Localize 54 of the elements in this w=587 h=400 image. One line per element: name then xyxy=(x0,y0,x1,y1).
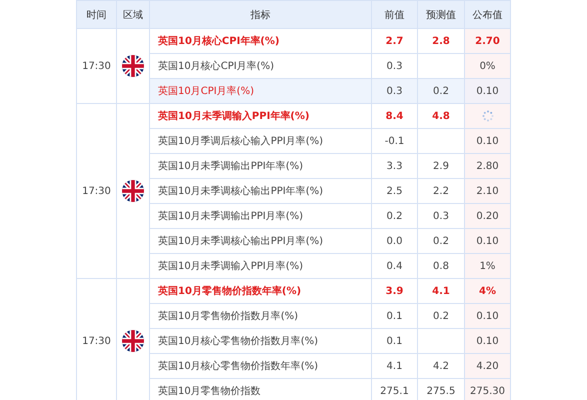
indicator-cell: 英国10月未季调输出PPI年率(%) xyxy=(150,154,372,178)
time-cell: 17:30 xyxy=(76,28,116,104)
loading-spinner-icon xyxy=(482,110,494,122)
flag-icon xyxy=(122,55,144,77)
actual-value-cell: 2.10 xyxy=(464,178,510,204)
previous-value-cell: 0.2 xyxy=(372,204,418,228)
actual-value-cell: 2.70 xyxy=(464,28,510,54)
indicator-cell: 英国10月零售物价指数年率(%) xyxy=(150,278,372,304)
previous-value-cell: 0.3 xyxy=(372,78,418,104)
column-header: 前值 xyxy=(372,0,418,28)
column-header: 指标 xyxy=(150,0,372,28)
actual-value-cell: 0% xyxy=(464,54,510,78)
flag-icon xyxy=(122,180,144,202)
previous-value-cell: 0.1 xyxy=(372,304,418,328)
indicator-cell: 英国10月零售物价指数月率(%) xyxy=(150,304,372,328)
actual-value-cell: 0.10 xyxy=(464,228,510,254)
indicator-cell: 英国10月未季调输入PPI月率(%) xyxy=(150,254,372,278)
column-header: 时间 xyxy=(76,0,116,28)
actual-value-cell: 275.30 xyxy=(464,378,510,400)
indicator-cell: 英国10月核心零售物价指数月率(%) xyxy=(150,328,372,354)
previous-value-cell: 4.1 xyxy=(372,354,418,378)
indicator-cell: 英国10月未季调输出PPI月率(%) xyxy=(150,204,372,228)
time-cell: 17:30 xyxy=(76,278,116,400)
forecast-value-cell: 0.2 xyxy=(418,78,464,104)
indicator-cell: 英国10月未季调输入PPI年率(%) xyxy=(150,104,372,128)
actual-value-cell: 1% xyxy=(464,254,510,278)
previous-value-cell: 0.1 xyxy=(372,328,418,354)
indicator-cell: 英国10月未季调核心输出PPI月率(%) xyxy=(150,228,372,254)
previous-value-cell: 2.5 xyxy=(372,178,418,204)
previous-value-cell: 3.9 xyxy=(372,278,418,304)
previous-value-cell: 2.7 xyxy=(372,28,418,54)
previous-value-cell: 8.4 xyxy=(372,104,418,128)
actual-value-cell: 0.10 xyxy=(464,78,510,104)
actual-value-cell: 0.10 xyxy=(464,128,510,154)
previous-value-cell: -0.1 xyxy=(372,128,418,154)
actual-value-cell: 0.10 xyxy=(464,304,510,328)
indicator-cell: 英国10月CPI月率(%) xyxy=(150,78,372,104)
previous-value-cell: 3.3 xyxy=(372,154,418,178)
flag-icon xyxy=(122,330,144,352)
actual-value-cell: 4.20 xyxy=(464,354,510,378)
previous-value-cell: 0.0 xyxy=(372,228,418,254)
actual-value-cell: 4% xyxy=(464,278,510,304)
indicator-cell: 英国10月核心CPI年率(%) xyxy=(150,28,372,54)
column-header: 公布值 xyxy=(464,0,510,28)
indicator-cell: 英国10月季调后核心输入PPI月率(%) xyxy=(150,128,372,154)
actual-value-cell: 0.20 xyxy=(464,204,510,228)
previous-value-cell: 0.4 xyxy=(372,254,418,278)
indicator-cell: 英国10月核心零售物价指数年率(%) xyxy=(150,354,372,378)
actual-value-cell: 2.80 xyxy=(464,154,510,178)
actual-value-cell: 0.10 xyxy=(464,328,510,354)
column-header: 预测值 xyxy=(418,0,464,28)
indicator-cell: 英国10月未季调核心输出PPI年率(%) xyxy=(150,178,372,204)
column-header: 区域 xyxy=(116,0,150,28)
time-cell: 17:30 xyxy=(76,104,116,278)
